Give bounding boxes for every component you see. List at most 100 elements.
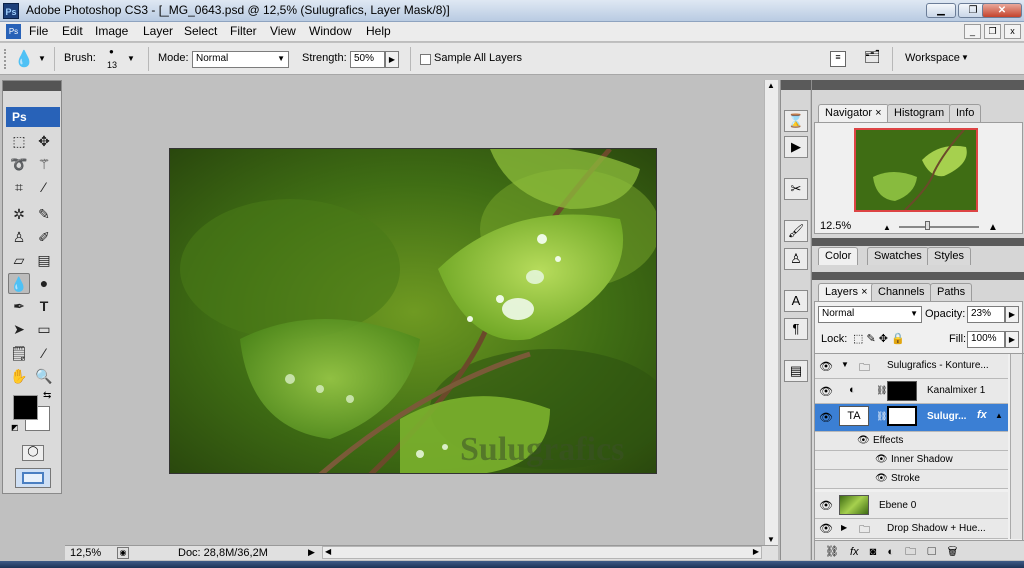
brushes-panel-icon[interactable]: 🖌 (784, 220, 808, 242)
menu-image[interactable]: Image (92, 24, 131, 38)
tool-preset-arrow-icon[interactable]: ▼ (38, 54, 46, 63)
scroll-down-icon[interactable]: ▼ (767, 535, 775, 544)
navigator-zoom[interactable]: 12.5% (820, 220, 851, 232)
layer-comps-icon[interactable]: ▤ (784, 360, 808, 382)
effect-row-inner-shadow[interactable]: 👁 Inner Shadow (815, 451, 1008, 470)
layer-row-sulugrafics-selected[interactable]: 👁 TA ⛓ Sulugr... fx ▲ (815, 404, 1008, 432)
tab-navigator[interactable]: Navigator × (818, 104, 889, 122)
strength-input[interactable]: 50% (350, 51, 385, 68)
zoom-tool-icon[interactable]: 🔍 (33, 366, 55, 387)
menu-filter[interactable]: Filter (227, 24, 260, 38)
add-mask-icon[interactable]: ◙ (870, 546, 877, 558)
chain-icon[interactable]: ⛓ (876, 411, 887, 422)
swap-colors-icon[interactable]: ⇆ (43, 390, 51, 401)
healing-brush-tool-icon[interactable]: ✲ (8, 204, 30, 225)
new-group-icon[interactable]: 🗀 (905, 546, 916, 558)
eye-icon[interactable]: 👁 (857, 435, 870, 446)
zoom-out-icon[interactable]: ▲ (883, 223, 891, 232)
zoom-slider-thumb[interactable] (925, 221, 930, 230)
add-style-icon[interactable]: fx (850, 546, 859, 558)
tab-channels[interactable]: Channels (871, 283, 932, 301)
pen-tool-icon[interactable]: ✒ (8, 296, 30, 317)
horizontal-scrollbar[interactable]: ◀ ▶ (322, 546, 762, 559)
minimize-button[interactable]: ▁ (926, 3, 956, 18)
menu-select[interactable]: Select (181, 24, 220, 38)
hand-tool-icon[interactable]: ✋ (8, 366, 30, 387)
dock-header[interactable] (781, 80, 811, 90)
opacity-slider-button[interactable]: ▶ (1005, 306, 1019, 323)
fx-icon[interactable]: fx (977, 409, 987, 421)
quick-mask-icon[interactable]: ◯ (22, 445, 44, 461)
strength-slider-button[interactable]: ▶ (385, 51, 399, 68)
move-tool-icon[interactable]: ✥ (33, 131, 55, 152)
eye-icon[interactable]: 👁 (819, 411, 833, 424)
stamp-tool-icon[interactable]: ♙ (8, 227, 30, 248)
lock-icons[interactable]: ⬚ ✎ ✥ 🔒 (853, 332, 905, 345)
dodge-tool-icon[interactable]: ● (33, 273, 55, 294)
menu-window[interactable]: Window (306, 24, 355, 38)
panel-header[interactable] (812, 238, 1024, 246)
status-menu-arrow-icon[interactable]: ▶ (308, 547, 315, 558)
layer-row-kanalmixer[interactable]: 👁 ◐ ⛓ Kanalmixer 1 (815, 379, 1008, 404)
zoom-in-icon[interactable]: ▲ (988, 222, 998, 233)
history-brush-tool-icon[interactable]: ✐ (33, 227, 55, 248)
eye-icon[interactable]: 👁 (819, 499, 833, 512)
doc-minimize-button[interactable]: _ (964, 24, 981, 39)
eyedropper-tool-icon[interactable]: ⁄ (33, 343, 55, 364)
collapse-effects-icon[interactable]: ▲ (995, 411, 1003, 420)
palette-well-icon[interactable]: ≡ (830, 51, 846, 67)
tab-paths[interactable]: Paths (930, 283, 973, 301)
layer-row-group2[interactable]: 👁 ▶ 🗀 Drop Shadow + Hue... (815, 519, 1008, 539)
eraser-tool-icon[interactable]: ▱ (8, 250, 30, 271)
new-adjustment-icon[interactable]: ◐ (887, 546, 894, 558)
blur-tool-icon[interactable]: 💧 (14, 49, 34, 69)
default-colors-icon[interactable]: ◩ (11, 423, 19, 432)
menu-layer[interactable]: Layer (140, 24, 176, 38)
collapse-arrow-icon[interactable]: ▼ (841, 360, 849, 369)
status-zoom[interactable]: 12,5% (70, 547, 101, 559)
tab-histogram[interactable]: Histogram (887, 104, 952, 122)
fill-input[interactable]: 100% (967, 331, 1005, 348)
magic-wand-tool-icon[interactable]: ⚚ (33, 154, 55, 175)
navigator-preview[interactable] (854, 128, 978, 212)
brush-tool-icon[interactable]: ✎ (33, 204, 55, 225)
type-layer-thumbnail[interactable]: TA (839, 406, 869, 426)
new-layer-icon[interactable]: ▢ (927, 546, 936, 558)
opacity-input[interactable]: 23% (967, 306, 1005, 323)
tab-swatches[interactable]: Swatches (867, 247, 929, 265)
blur-tool-icon[interactable]: 💧 (8, 273, 30, 294)
screen-mode-icon[interactable] (15, 468, 51, 488)
eye-icon[interactable]: 👁 (819, 360, 833, 373)
scroll-up-icon[interactable]: ▲ (767, 81, 775, 90)
doc-restore-button[interactable]: ❐ (984, 24, 1001, 39)
lasso-tool-icon[interactable]: ➰ (8, 154, 30, 175)
type-tool-icon[interactable]: T (33, 296, 55, 317)
layer-mask-thumbnail[interactable] (887, 406, 917, 426)
menu-file[interactable]: File (26, 24, 51, 38)
scroll-right-icon[interactable]: ▶ (753, 547, 759, 556)
doc-close-button[interactable]: x (1004, 24, 1021, 39)
effects-row[interactable]: 👁 Effects (815, 432, 1008, 451)
marquee-tool-icon[interactable]: ⬚ (8, 131, 30, 152)
link-layers-icon[interactable]: ⛓ (825, 546, 839, 558)
tab-info[interactable]: Info (949, 104, 982, 122)
menu-help[interactable]: Help (363, 24, 394, 38)
eye-icon[interactable]: 👁 (819, 522, 833, 535)
fill-slider-button[interactable]: ▶ (1005, 331, 1019, 348)
layers-scrollbar[interactable] (1010, 354, 1022, 539)
layer-row-ebene0[interactable]: 👁 Ebene 0 (815, 492, 1008, 519)
paragraph-panel-icon[interactable]: ¶ (784, 318, 808, 340)
scroll-left-icon[interactable]: ◀ (325, 547, 331, 556)
panel-header[interactable] (812, 272, 1024, 280)
eyedropper-slice-tool-icon[interactable]: ⁄ (33, 177, 55, 198)
eye-icon[interactable]: 👁 (875, 454, 888, 465)
menu-view[interactable]: View (267, 24, 299, 38)
character-panel-icon[interactable]: A (784, 290, 808, 312)
path-selection-tool-icon[interactable]: ➤ (8, 319, 30, 340)
tab-layers[interactable]: Layers × (818, 283, 875, 301)
brush-picker-arrow-icon[interactable]: ▼ (127, 54, 135, 63)
eye-icon[interactable]: 👁 (875, 473, 888, 484)
expand-arrow-icon[interactable]: ▶ (841, 523, 847, 532)
tab-styles[interactable]: Styles (927, 247, 971, 265)
toolbox-header[interactable] (3, 81, 61, 91)
